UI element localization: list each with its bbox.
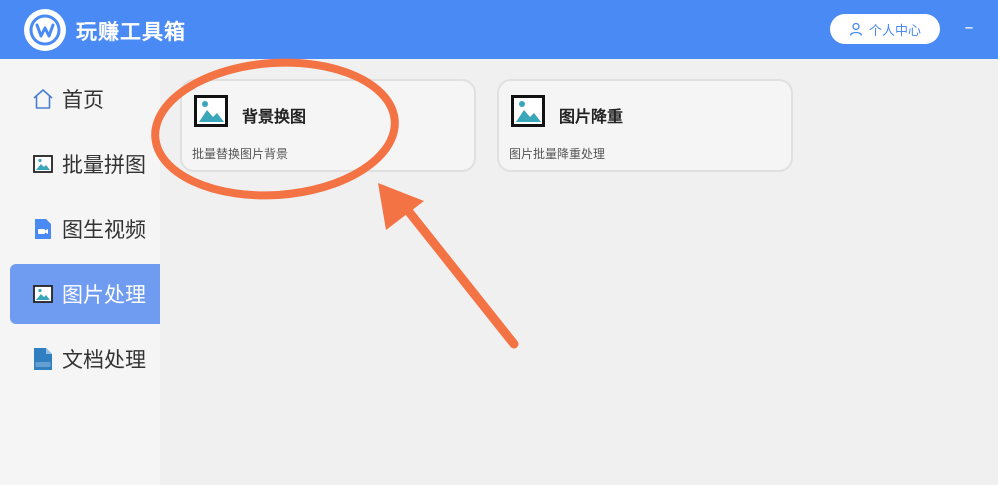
user-icon <box>849 22 863 36</box>
card-description: 批量替换图片背景 <box>192 147 289 161</box>
app-title: 玩赚工具箱 <box>76 20 186 44</box>
picture-icon <box>194 95 228 127</box>
sidebar-item-home[interactable]: 首页 <box>10 69 160 129</box>
sidebar-item-document-processing[interactable]: 文档处理 <box>10 329 160 389</box>
doc-file-icon <box>32 348 54 370</box>
video-file-icon <box>32 218 54 240</box>
card-title: 图片降重 <box>559 107 624 126</box>
annotation-arrow-head <box>378 183 424 230</box>
home-icon <box>32 88 54 110</box>
sidebar-item-label: 批量拼图 <box>62 153 146 177</box>
card-image-dedup[interactable]: 图片降重 图片批量降重处理 <box>497 79 793 172</box>
sidebar-item-label: 图生视频 <box>62 218 146 242</box>
card-background-replace[interactable]: 背景换图 批量替换图片背景 <box>180 79 476 172</box>
sidebar-item-image-processing[interactable]: 图片处理 <box>10 264 160 324</box>
sidebar-item-batch-collage[interactable]: 批量拼图 <box>10 134 160 194</box>
user-center-button[interactable]: 个人中心 <box>830 14 940 44</box>
image-icon <box>32 283 54 305</box>
user-center-label: 个人中心 <box>868 23 921 39</box>
sidebar-item-label: 图片处理 <box>62 283 146 307</box>
sidebar-item-image-to-video[interactable]: 图生视频 <box>10 199 160 259</box>
title-bar: 玩赚工具箱 个人中心 – <box>0 0 998 59</box>
sidebar-item-label: 文档处理 <box>62 348 146 372</box>
sidebar-item-label: 首页 <box>62 88 104 112</box>
picture-icon <box>511 95 545 127</box>
app-logo-icon <box>24 9 66 51</box>
image-icon <box>32 153 54 175</box>
card-title: 背景换图 <box>242 107 307 126</box>
minimize-button[interactable]: – <box>962 18 976 38</box>
sidebar: 首页 批量拼图 图生视频 图片处理 文档处理 <box>0 59 160 485</box>
annotation-arrow-shaft <box>393 193 519 349</box>
card-description: 图片批量降重处理 <box>509 147 606 161</box>
